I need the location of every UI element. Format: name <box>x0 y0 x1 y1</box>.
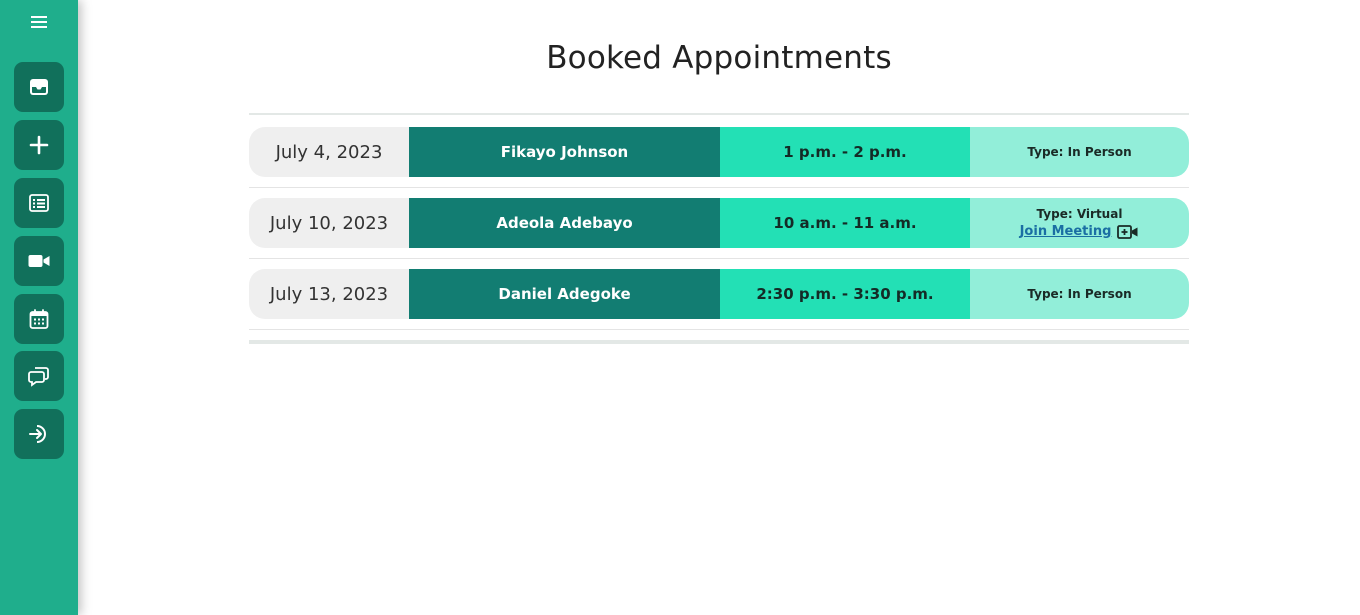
appointment-row: July 10, 2023 Adeola Adebayo 10 a.m. - 1… <box>249 188 1189 259</box>
appointment-name: Daniel Adegoke <box>409 269 720 319</box>
divider-bottom <box>249 340 1189 344</box>
join-meeting-link[interactable]: Join Meeting <box>1020 224 1112 239</box>
appointment-row: July 4, 2023 Fikayo Johnson 1 p.m. - 2 p… <box>249 115 1189 188</box>
appointment-type-label: Type: In Person <box>1027 145 1132 159</box>
plus-icon <box>29 135 49 155</box>
sidebar-item-inbox[interactable] <box>14 62 64 112</box>
appointment-time: 1 p.m. - 2 p.m. <box>720 127 970 177</box>
appointment-name: Fikayo Johnson <box>409 127 720 177</box>
appointment-date: July 4, 2023 <box>249 127 409 177</box>
appointment-type-label: Type: Virtual <box>1036 207 1123 221</box>
hamburger-icon[interactable] <box>29 12 49 32</box>
appointment-time: 2:30 p.m. - 3:30 p.m. <box>720 269 970 319</box>
appointment-type-label: Type: In Person <box>1027 287 1132 301</box>
calendar-icon <box>29 309 49 329</box>
chat-icon <box>28 367 49 387</box>
page-title: Booked Appointments <box>546 40 892 76</box>
appointment-date: July 13, 2023 <box>249 269 409 319</box>
appointment-card[interactable]: July 4, 2023 Fikayo Johnson 1 p.m. - 2 p… <box>249 127 1189 177</box>
appointment-type: Type: In Person <box>970 127 1189 177</box>
sidebar-item-video[interactable] <box>14 236 64 286</box>
list-icon <box>29 194 49 212</box>
appointment-list: July 4, 2023 Fikayo Johnson 1 p.m. - 2 p… <box>249 115 1189 330</box>
appointment-type: Type: In Person <box>970 269 1189 319</box>
sidebar-item-calendar[interactable] <box>14 294 64 344</box>
sidebar-item-chat[interactable] <box>14 351 64 401</box>
sidebar <box>0 0 78 615</box>
appointment-type: Type: Virtual Join Meeting <box>970 198 1189 248</box>
inbox-icon <box>30 79 48 95</box>
appointment-row: July 13, 2023 Daniel Adegoke 2:30 p.m. -… <box>249 259 1189 330</box>
appointment-time: 10 a.m. - 11 a.m. <box>720 198 970 248</box>
appointment-card[interactable]: July 13, 2023 Daniel Adegoke 2:30 p.m. -… <box>249 269 1189 319</box>
video-plus-icon[interactable] <box>1117 224 1139 239</box>
sign-in-icon <box>29 425 46 443</box>
appointment-card[interactable]: July 10, 2023 Adeola Adebayo 10 a.m. - 1… <box>249 198 1189 248</box>
sidebar-item-list[interactable] <box>14 178 64 228</box>
sidebar-item-logout[interactable] <box>14 409 64 459</box>
main-content: Booked Appointments July 4, 2023 Fikayo … <box>249 0 1189 344</box>
join-meeting-row: Join Meeting <box>1020 224 1140 239</box>
sidebar-item-add[interactable] <box>14 120 64 170</box>
appointment-name: Adeola Adebayo <box>409 198 720 248</box>
video-camera-icon <box>28 255 50 267</box>
appointment-date: July 10, 2023 <box>249 198 409 248</box>
